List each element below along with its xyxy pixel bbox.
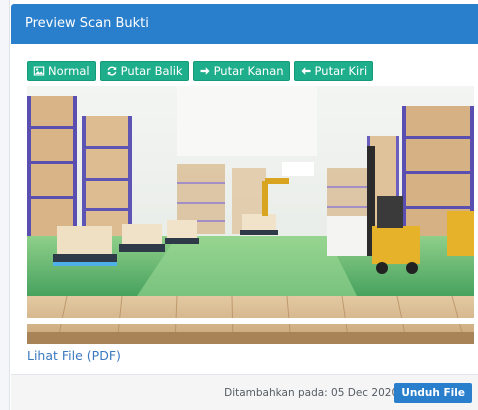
refresh-icon [107, 66, 117, 76]
rotate-left-button[interactable]: Putar Kiri [293, 61, 374, 81]
added-date-text: Ditambahkan pada: 05 Dec 2020 / [224, 387, 405, 399]
rotate-right-button[interactable]: Putar Kanan [192, 61, 290, 81]
flip-button-label: Putar Balik [120, 64, 183, 78]
normal-button[interactable]: Normal [27, 61, 96, 81]
normal-button-label: Normal [48, 64, 90, 78]
view-pdf-link[interactable]: Lihat File (PDF) [27, 348, 121, 363]
arrow-left-icon [301, 67, 311, 75]
image-icon [33, 66, 45, 76]
modal-footer: Ditambahkan pada: 05 Dec 2020 / Unduh Fi… [11, 375, 478, 410]
preview-modal: Preview Scan Bukti Normal Putar Balik Pu… [11, 4, 478, 410]
rotation-toolbar: Normal Putar Balik Putar Kanan Putar Kir… [27, 61, 374, 81]
modal-header: Preview Scan Bukti [11, 4, 478, 44]
rotate-right-button-label: Putar Kanan [213, 64, 284, 78]
arrow-right-icon [200, 67, 210, 75]
rotate-left-button-label: Putar Kiri [314, 64, 368, 78]
download-file-button[interactable]: Unduh File [394, 383, 472, 403]
modal-title: Preview Scan Bukti [25, 16, 149, 31]
warehouse-photo [27, 86, 474, 344]
background-panel-edge [0, 0, 10, 410]
flip-button[interactable]: Putar Balik [99, 61, 189, 81]
scan-preview-image [27, 86, 474, 344]
